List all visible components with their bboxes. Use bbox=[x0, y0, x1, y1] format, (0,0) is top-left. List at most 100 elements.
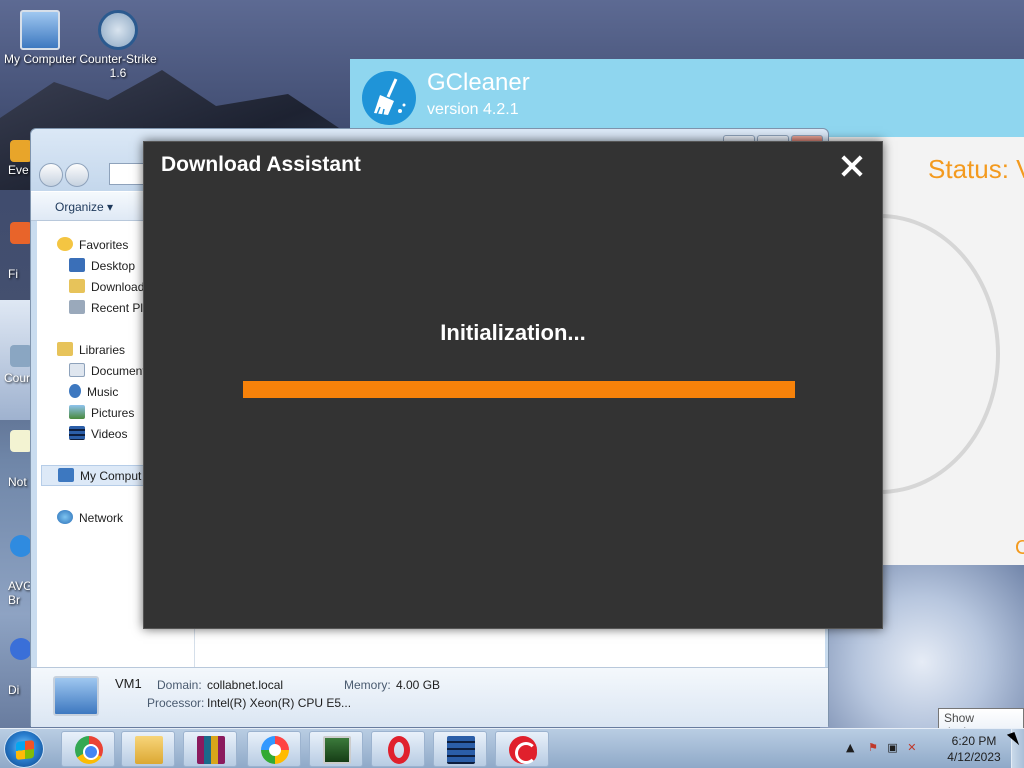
desktop-icon-label: Di bbox=[8, 683, 20, 697]
memory-label: Memory: bbox=[344, 678, 391, 692]
desktop-icon-my-computer[interactable]: My Computer bbox=[0, 10, 80, 66]
close-icon[interactable] bbox=[838, 152, 866, 180]
recent-places-icon bbox=[69, 300, 85, 314]
clock-date: 4/12/2023 bbox=[947, 750, 1001, 764]
dialog-message: Initialization... bbox=[440, 320, 586, 345]
monitor-app-icon bbox=[323, 736, 351, 764]
downloads-folder-icon bbox=[69, 279, 85, 293]
desktop-icon-counter-strike[interactable]: Counter-Strike 1.6 bbox=[78, 10, 158, 80]
network-icon bbox=[57, 510, 73, 524]
desktop-icon-label: My Computer bbox=[3, 52, 77, 66]
taskbar-ccleaner-button[interactable] bbox=[495, 731, 549, 767]
taskbar-monitor-app-button[interactable] bbox=[309, 731, 363, 767]
nav-label: Music bbox=[87, 385, 119, 399]
nav-downloads[interactable]: Download bbox=[69, 279, 144, 294]
nav-label: Libraries bbox=[79, 343, 126, 357]
documents-icon bbox=[69, 363, 85, 377]
desktop-icon-label: Not bbox=[8, 475, 27, 489]
desktop-icon-label: Counter-Strike 1.6 bbox=[79, 52, 157, 80]
winrar-icon bbox=[197, 736, 225, 764]
clock-time: 6:20 PM bbox=[951, 734, 997, 748]
gcleaner-title: GCleaner bbox=[427, 69, 530, 96]
computer-name: VM1 bbox=[115, 676, 142, 691]
nav-recent-places[interactable]: Recent Pla bbox=[69, 300, 150, 315]
opera-icon bbox=[388, 736, 410, 764]
counter-strike-icon bbox=[98, 10, 138, 50]
firefox-icon[interactable] bbox=[10, 222, 32, 244]
videos-icon bbox=[69, 426, 85, 440]
computer-icon bbox=[58, 468, 74, 482]
domain-label: Domain: bbox=[157, 678, 202, 692]
nav-network[interactable]: Network bbox=[57, 510, 123, 525]
nav-label: My Comput bbox=[80, 469, 142, 483]
broom-icon bbox=[362, 71, 416, 125]
nav-label: Network bbox=[79, 511, 124, 525]
libraries-icon bbox=[57, 342, 73, 356]
taskbar: ▲ ⚑ ▣ ✕ 6:20 PM 4/12/2023 bbox=[0, 728, 1024, 768]
nav-documents[interactable]: Document bbox=[69, 363, 146, 378]
nav-label: Download bbox=[91, 280, 145, 294]
nav-libraries[interactable]: Libraries bbox=[57, 342, 125, 357]
memory-value: 4.00 GB bbox=[396, 678, 441, 692]
gcleaner-header: GCleaner version 4.2.1 bbox=[350, 59, 1024, 137]
taskbar-chrome-button[interactable] bbox=[61, 731, 115, 767]
ccleaner-icon bbox=[509, 736, 537, 764]
nav-pictures[interactable]: Pictures bbox=[69, 405, 134, 420]
nav-videos[interactable]: Videos bbox=[69, 426, 127, 441]
system-tray: ▲ ⚑ ▣ ✕ bbox=[846, 741, 916, 754]
star-icon bbox=[57, 237, 73, 251]
organize-button[interactable]: Organize ▾ bbox=[55, 200, 113, 214]
folder-icon bbox=[135, 736, 163, 764]
gcleaner-corner-text: C bbox=[1015, 537, 1024, 559]
progress-bar bbox=[243, 381, 795, 398]
taskbar-explorer-button[interactable] bbox=[121, 731, 175, 767]
details-pane: VM1 Domain: collabnet.local Memory: 4.00… bbox=[31, 667, 828, 727]
taskbar-video-button[interactable] bbox=[433, 731, 487, 767]
nav-label: Pictures bbox=[91, 406, 135, 420]
gcleaner-version: version 4.2.1 bbox=[427, 101, 519, 118]
start-button[interactable] bbox=[4, 730, 44, 768]
chevron-up-icon[interactable]: ▲ bbox=[846, 741, 854, 754]
notepad-icon[interactable] bbox=[10, 430, 32, 452]
nav-desktop[interactable]: Desktop bbox=[69, 258, 135, 273]
flag-icon[interactable]: ⚑ bbox=[868, 741, 878, 754]
taskbar-winrar-button[interactable] bbox=[183, 731, 237, 767]
back-button[interactable] bbox=[39, 163, 63, 187]
dialog-title: Download Assistant bbox=[161, 153, 361, 176]
counter-strike-shortcut-icon[interactable] bbox=[10, 345, 32, 367]
chrome-icon bbox=[75, 736, 103, 764]
desktop-icon bbox=[69, 258, 85, 272]
desktop-icon-label: Cour bbox=[4, 371, 31, 385]
music-icon bbox=[69, 384, 81, 398]
desktop-icon-label: Eve bbox=[8, 163, 29, 177]
download-assistant-dialog: Download Assistant Initialization... bbox=[143, 141, 883, 629]
pictures-icon bbox=[69, 405, 85, 419]
nav-label: Favorites bbox=[79, 238, 129, 252]
domain-value: collabnet.local bbox=[207, 678, 284, 692]
progress-track bbox=[243, 381, 795, 398]
volume-muted-icon[interactable]: ✕ bbox=[907, 741, 916, 754]
nav-label: Videos bbox=[91, 427, 128, 441]
ring-app-icon bbox=[261, 736, 289, 764]
nav-music[interactable]: Music bbox=[69, 384, 118, 399]
processor-value: Intel(R) Xeon(R) CPU E5... bbox=[207, 696, 352, 710]
computer-icon bbox=[53, 676, 99, 716]
nav-label: Recent Pla bbox=[91, 301, 150, 315]
network-status-icon[interactable]: ▣ bbox=[887, 741, 897, 754]
nav-label: Desktop bbox=[91, 259, 136, 273]
processor-label: Processor: bbox=[147, 696, 205, 710]
nav-favorites[interactable]: Favorites bbox=[57, 237, 128, 252]
avg-browser-icon[interactable] bbox=[10, 535, 32, 557]
app-shortcut-icon[interactable] bbox=[10, 638, 32, 660]
everything-icon[interactable] bbox=[10, 140, 32, 162]
clock[interactable]: 6:20 PM 4/12/2023 bbox=[944, 733, 1004, 765]
desktop-icon-label: Fi bbox=[8, 267, 18, 281]
taskbar-ring-app-button[interactable] bbox=[247, 731, 301, 767]
taskbar-opera-button[interactable] bbox=[371, 731, 425, 767]
navigation-buttons bbox=[39, 163, 109, 187]
my-computer-icon bbox=[20, 10, 60, 50]
film-icon bbox=[447, 736, 475, 764]
gcleaner-status: Status: V bbox=[928, 154, 1024, 184]
forward-button[interactable] bbox=[65, 163, 89, 187]
nav-label: Document bbox=[91, 364, 146, 378]
